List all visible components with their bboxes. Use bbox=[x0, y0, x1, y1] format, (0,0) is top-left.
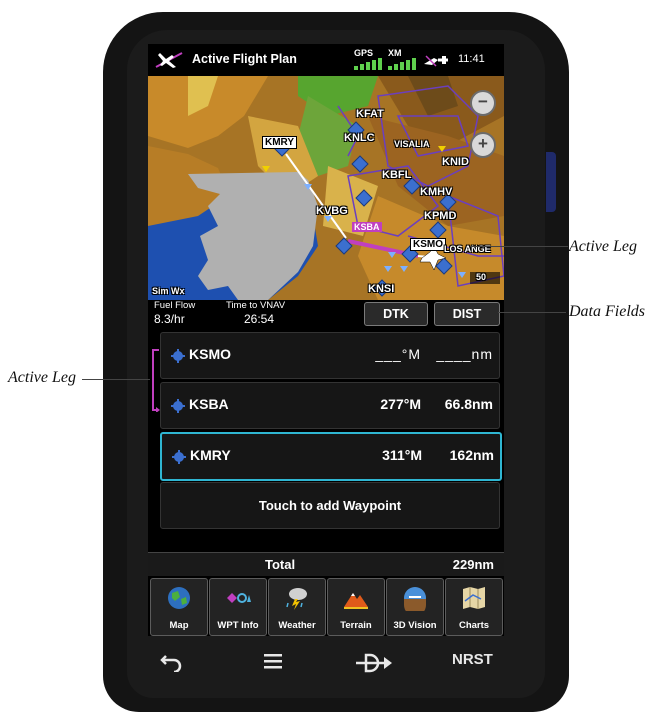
app-button-charts[interactable]: Charts bbox=[445, 578, 503, 636]
app-button-3d-vision[interactable]: 3D Vision bbox=[386, 578, 444, 636]
zoom-out-button[interactable]: − bbox=[470, 90, 496, 116]
waypoint-row-ksba[interactable]: KSBA 277°M 66.8nm bbox=[160, 382, 500, 429]
waypoint-dtk: 311°M bbox=[382, 447, 422, 463]
waypoint-row-ksmo[interactable]: KSMO ___°M ____nm bbox=[160, 332, 500, 379]
active-leg-bracket-icon bbox=[152, 349, 160, 412]
gps-signal-indicator: GPS bbox=[352, 47, 388, 73]
app-button-terrain[interactable]: Terrain bbox=[327, 578, 385, 636]
map-label-kpmd[interactable]: KPMD bbox=[424, 210, 456, 222]
waypoint-dist: ____nm bbox=[436, 346, 493, 362]
waypoint-dtk: 277°M bbox=[380, 396, 421, 412]
app-label: Charts bbox=[458, 620, 490, 631]
map-label-kvbg[interactable]: KVBG bbox=[316, 205, 348, 217]
total-label: Total bbox=[265, 557, 296, 572]
clock-time: 11:41 bbox=[458, 53, 485, 65]
airplane-icon bbox=[155, 52, 183, 68]
dtk-column-button[interactable]: DTK bbox=[364, 302, 428, 326]
app-label: Map bbox=[169, 620, 189, 631]
waypoint-info-icon bbox=[227, 593, 251, 603]
total-distance: 229nm bbox=[452, 557, 494, 572]
app-button-wpt-info[interactable]: WPT Info bbox=[209, 578, 267, 636]
callout-active-leg-left: Active Leg bbox=[8, 369, 76, 386]
waypoint-name: KMRY bbox=[190, 447, 231, 463]
map-label-kmry[interactable]: KMRY bbox=[262, 136, 298, 149]
fuel-flow-value: 8.3/hr bbox=[154, 312, 185, 326]
back-arrow-icon[interactable] bbox=[160, 652, 182, 672]
terrain-icon bbox=[344, 593, 368, 609]
map-label-ksba[interactable]: KSBA bbox=[352, 222, 382, 232]
xm-signal-indicator: XM bbox=[386, 47, 422, 73]
device-screen: Active Flight Plan GPS XM 11:41 KMRY KFA… bbox=[148, 44, 504, 636]
callout-line-active-leg-left bbox=[82, 379, 150, 380]
airport-icon bbox=[171, 349, 185, 363]
globe-icon bbox=[168, 587, 190, 609]
waypoint-row-kmry[interactable]: KMRY 311°M 162nm bbox=[160, 432, 502, 481]
data-fields-bar: Fuel Flow 8.3/hr Time to VNAV 26:54 DTK … bbox=[148, 300, 504, 328]
map-label-kfat[interactable]: KFAT bbox=[356, 108, 384, 120]
menu-icon[interactable] bbox=[263, 652, 283, 670]
flight-plan-list: KSMO ___°M ____nm KSBA 277°M 66.8nm KMRY… bbox=[148, 332, 504, 554]
app-label: 3D Vision bbox=[393, 620, 437, 631]
add-waypoint-button[interactable]: Touch to add Waypoint bbox=[160, 482, 500, 529]
app-label: Weather bbox=[278, 620, 316, 631]
map-label-knlc[interactable]: KNLC bbox=[344, 132, 375, 144]
page-title: Active Flight Plan bbox=[192, 52, 297, 66]
time-to-vnav-field[interactable]: Time to VNAV 26:54 bbox=[226, 300, 316, 328]
map-range-value: 50 bbox=[476, 272, 487, 282]
map-label-knid[interactable]: KNID bbox=[442, 156, 469, 168]
app-button-weather[interactable]: Weather bbox=[268, 578, 326, 636]
dist-column-button[interactable]: DIST bbox=[434, 302, 500, 326]
app-label: Terrain bbox=[340, 620, 372, 631]
fuel-flow-field[interactable]: Fuel Flow 8.3/hr bbox=[154, 300, 220, 328]
waypoint-name: KSMO bbox=[189, 346, 231, 362]
waypoint-dist: 66.8nm bbox=[444, 396, 493, 412]
charts-icon bbox=[463, 587, 485, 609]
gps-label: GPS bbox=[354, 48, 374, 58]
total-row: Total 229nm bbox=[148, 552, 504, 577]
app-bar: Map WPT Info Weather Terrain 3D Vision C… bbox=[148, 576, 504, 636]
callout-line-active-leg-right bbox=[470, 246, 568, 247]
app-button-map[interactable]: Map bbox=[150, 578, 208, 636]
waypoint-dist: 162nm bbox=[449, 447, 494, 463]
fuel-flow-label: Fuel Flow bbox=[154, 300, 196, 311]
zoom-in-button[interactable]: + bbox=[470, 132, 496, 158]
waypoint-dtk: ___°M bbox=[375, 346, 421, 362]
callout-data-fields: Data Fields bbox=[569, 303, 645, 320]
gps-signal-bars-icon bbox=[354, 58, 382, 70]
weather-icon bbox=[286, 588, 307, 610]
3d-vision-icon bbox=[404, 587, 426, 611]
moving-map[interactable]: KMRY KFAT KNLC VISALIA KNID KBFL KMHV KP… bbox=[148, 76, 504, 300]
status-bar: Active Flight Plan GPS XM 11:41 bbox=[148, 44, 504, 76]
airport-icon bbox=[172, 450, 186, 464]
sim-weather-label: Sim Wx bbox=[152, 286, 185, 296]
app-label: WPT Info bbox=[217, 620, 259, 631]
airport-icon bbox=[171, 399, 185, 413]
callout-line-data-fields bbox=[498, 312, 566, 313]
callout-active-leg-right: Active Leg bbox=[569, 238, 637, 255]
map-label-visalia: VISALIA bbox=[394, 139, 430, 149]
map-label-ksmo[interactable]: KSMO bbox=[410, 238, 446, 251]
xm-label: XM bbox=[388, 48, 402, 58]
side-power-button[interactable] bbox=[546, 152, 556, 212]
nrst-button[interactable]: NRST bbox=[452, 651, 493, 668]
connext-icon bbox=[424, 55, 448, 67]
waypoint-name: KSBA bbox=[189, 396, 229, 412]
map-label-kbfl[interactable]: KBFL bbox=[382, 169, 411, 181]
direct-to-icon[interactable] bbox=[354, 652, 394, 674]
map-label-knsi[interactable]: KNSI bbox=[368, 283, 394, 295]
time-to-vnav-label: Time to VNAV bbox=[226, 300, 286, 311]
xm-signal-bars-icon bbox=[388, 58, 416, 70]
time-to-vnav-value: 26:54 bbox=[244, 312, 275, 326]
map-label-kmhv[interactable]: KMHV bbox=[420, 186, 452, 198]
